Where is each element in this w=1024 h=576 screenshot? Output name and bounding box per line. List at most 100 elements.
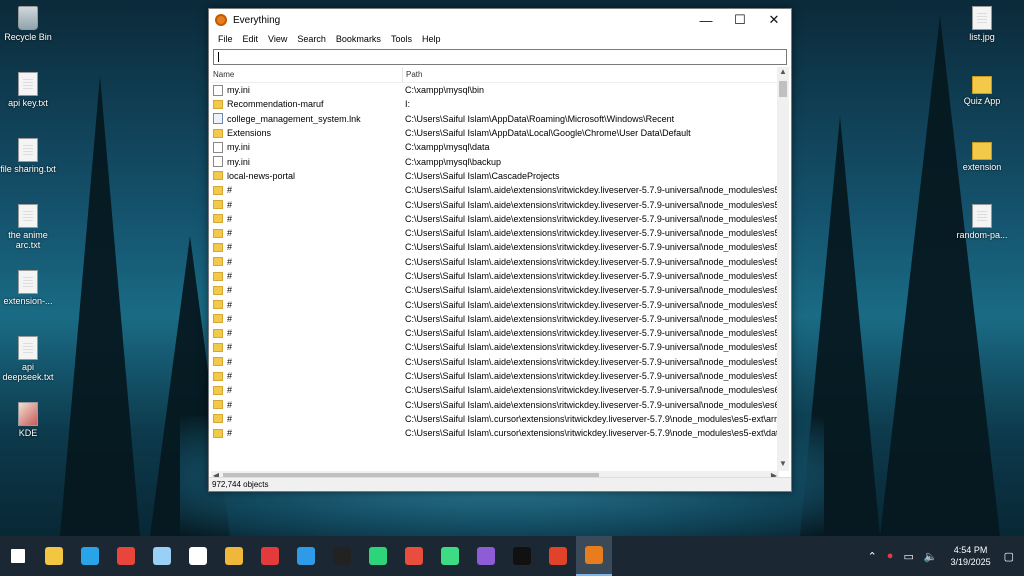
row-path-cell: C:\Users\Saiful Islam\.aide\extensions\r… — [405, 271, 779, 281]
column-header-path[interactable]: Path — [403, 70, 422, 79]
taskbar-wps-office-button[interactable] — [540, 536, 576, 576]
table-row[interactable]: # C:\Users\Saiful Islam\.aide\extensions\… — [211, 226, 779, 240]
volume-icon[interactable]: 🔈 — [919, 550, 943, 563]
table-row[interactable]: Recommendation-maruf I: — [211, 97, 779, 111]
column-header-name[interactable]: Name — [211, 67, 403, 82]
window-title: Everything — [233, 14, 281, 26]
table-row[interactable]: # C:\Users\Saiful Islam\.aide\extensions\… — [211, 312, 779, 326]
row-path-cell: C:\Users\Saiful Islam\.aide\extensions\r… — [405, 299, 779, 310]
taskbar-file-explorer-button[interactable] — [36, 536, 72, 576]
table-row[interactable]: # C:\Users\Saiful Islam\.cursor\extension… — [211, 426, 779, 440]
taskbar-green-app-button[interactable] — [360, 536, 396, 576]
desktop-icon-list-jpg[interactable]: list.jpg — [952, 6, 1012, 42]
table-row[interactable]: # C:\Users\Saiful Islam\.cursor\extension… — [211, 412, 779, 426]
table-row[interactable]: Extensions C:\Users\Saiful Islam\AppData\… — [211, 126, 779, 140]
search-input[interactable] — [213, 49, 787, 65]
camera-icon[interactable]: ● — [882, 550, 899, 562]
menu-help[interactable]: Help — [417, 34, 446, 44]
table-row[interactable]: # C:\Users\Saiful Islam\.aide\extensions\… — [211, 212, 779, 226]
row-path-cell: C:\Users\Saiful Islam\CascadeProjects — [405, 170, 560, 181]
table-row[interactable]: # C:\Users\Saiful Islam\.aide\extensions\… — [211, 297, 779, 311]
taskbar-capcut-alt-button[interactable] — [504, 536, 540, 576]
folder-icon — [213, 99, 223, 109]
table-row[interactable]: # C:\Users\Saiful Islam\.aide\extensions\… — [211, 197, 779, 211]
store-icon — [225, 547, 243, 565]
taskbar-red-app-button[interactable] — [396, 536, 432, 576]
vertical-scrollbar[interactable]: ▲ ▼ — [777, 67, 789, 471]
folder-icon — [213, 285, 223, 295]
desktop-icon-random-page[interactable]: random-pa... — [952, 204, 1012, 240]
desktop-icon-extension-file[interactable]: extension-... — [0, 270, 58, 306]
desktop-icon-anime-arc[interactable]: the anime arc.txt — [0, 204, 58, 250]
row-name-text: # — [227, 299, 233, 310]
desktop-icon-quiz-app[interactable]: Quiz App — [952, 72, 1012, 106]
desktop-icon-recycle-bin[interactable]: Recycle Bin — [0, 6, 58, 42]
row-name-text: local-news-portal — [227, 170, 296, 181]
table-row[interactable]: college_management_system.lnk C:\Users\Sa… — [211, 112, 779, 126]
desktop-icon-api-key[interactable]: api key.txt — [0, 72, 58, 108]
table-row[interactable]: # C:\Users\Saiful Islam\.aide\extensions\… — [211, 340, 779, 354]
scroll-down-arrow-icon[interactable]: ▼ — [777, 459, 789, 471]
table-row[interactable]: my.ini C:\xampp\mysql\bin — [211, 83, 779, 97]
folder-icon — [213, 200, 223, 210]
taskbar-brave-bold-button[interactable] — [180, 536, 216, 576]
desktop-icon-extension[interactable]: extension — [952, 138, 1012, 172]
menu-search[interactable]: Search — [292, 34, 331, 44]
row-name-text: my.ini — [227, 85, 250, 96]
taskbar-store-button[interactable] — [216, 536, 252, 576]
desktop-icon-api-deepseek[interactable]: api deepseek.txt — [0, 336, 58, 382]
desktop-icon-file-sharing[interactable]: file sharing.txt — [0, 138, 58, 174]
taskbar-everything-button[interactable] — [576, 536, 612, 576]
table-row[interactable]: my.ini C:\xampp\mysql\data — [211, 140, 779, 154]
network-icon[interactable]: ▭ — [898, 550, 918, 563]
minimize-button[interactable]: — — [689, 9, 723, 31]
taskbar-edge-button[interactable] — [72, 536, 108, 576]
menu-tools[interactable]: Tools — [386, 34, 417, 44]
table-row[interactable]: # C:\Users\Saiful Islam\.aide\extensions\… — [211, 240, 779, 254]
image-file-icon — [972, 6, 992, 30]
file-explorer-icon — [45, 547, 63, 565]
folder-icon — [213, 342, 223, 352]
table-row[interactable]: # C:\Users\Saiful Islam\.aide\extensions\… — [211, 355, 779, 369]
desktop-icon-kde[interactable]: KDE — [0, 402, 58, 438]
notification-icon[interactable]: ▢ — [999, 550, 1024, 563]
taskbar-android-studio-button[interactable] — [432, 536, 468, 576]
desktop-icon-label: file sharing.txt — [0, 164, 56, 174]
title-bar[interactable]: Everything — ☐ ✕ — [209, 9, 791, 31]
table-row[interactable]: local-news-portal C:\Users\Saiful Islam\C… — [211, 169, 779, 183]
row-path-cell: C:\Users\Saiful Islam\.aide\extensions\r… — [405, 256, 779, 267]
row-name-text: # — [227, 185, 233, 196]
taskbar-recorder-button[interactable] — [252, 536, 288, 576]
menu-file[interactable]: File — [213, 34, 238, 44]
table-row[interactable]: # C:\Users\Saiful Islam\.aide\extensions\… — [211, 255, 779, 269]
taskbar-chrome-button[interactable] — [108, 536, 144, 576]
row-name-cell: # — [211, 400, 403, 410]
taskbar-start-button-button[interactable] — [0, 536, 36, 576]
taskbar-vscode-button[interactable] — [288, 536, 324, 576]
menu-view[interactable]: View — [263, 34, 292, 44]
row-name-cell: # — [211, 257, 403, 267]
table-row[interactable]: # C:\Users\Saiful Islam\.aide\extensions\… — [211, 326, 779, 340]
column-header: Name Path — [211, 67, 779, 83]
table-row[interactable]: # C:\Users\Saiful Islam\.aide\extensions\… — [211, 183, 779, 197]
taskbar-github-button[interactable] — [468, 536, 504, 576]
chevron-up-icon[interactable]: ⌃ — [863, 550, 882, 563]
taskbar-notepad-button[interactable] — [144, 536, 180, 576]
table-row[interactable]: # C:\Users\Saiful Islam\.aide\extensions\… — [211, 283, 779, 297]
taskbar-capcut-button[interactable] — [324, 536, 360, 576]
maximize-button[interactable]: ☐ — [723, 9, 757, 31]
row-name-text: # — [227, 199, 233, 210]
menu-bookmarks[interactable]: Bookmarks — [331, 34, 386, 44]
clock[interactable]: 4:54 PM 3/19/2025 — [943, 544, 999, 568]
scroll-up-arrow-icon[interactable]: ▲ — [777, 67, 789, 79]
row-name-text: # — [227, 356, 233, 367]
table-row[interactable]: # C:\Users\Saiful Islam\.aide\extensions\… — [211, 398, 779, 412]
table-row[interactable]: # C:\Users\Saiful Islam\.aide\extensions\… — [211, 383, 779, 397]
table-row[interactable]: # C:\Users\Saiful Islam\.aide\extensions\… — [211, 269, 779, 283]
vertical-scroll-thumb[interactable] — [779, 81, 787, 97]
table-row[interactable]: my.ini C:\xampp\mysql\backup — [211, 154, 779, 168]
close-button[interactable]: ✕ — [757, 9, 791, 31]
menu-edit[interactable]: Edit — [238, 34, 264, 44]
tree-silhouette — [60, 76, 140, 536]
table-row[interactable]: # C:\Users\Saiful Islam\.aide\extensions\… — [211, 369, 779, 383]
